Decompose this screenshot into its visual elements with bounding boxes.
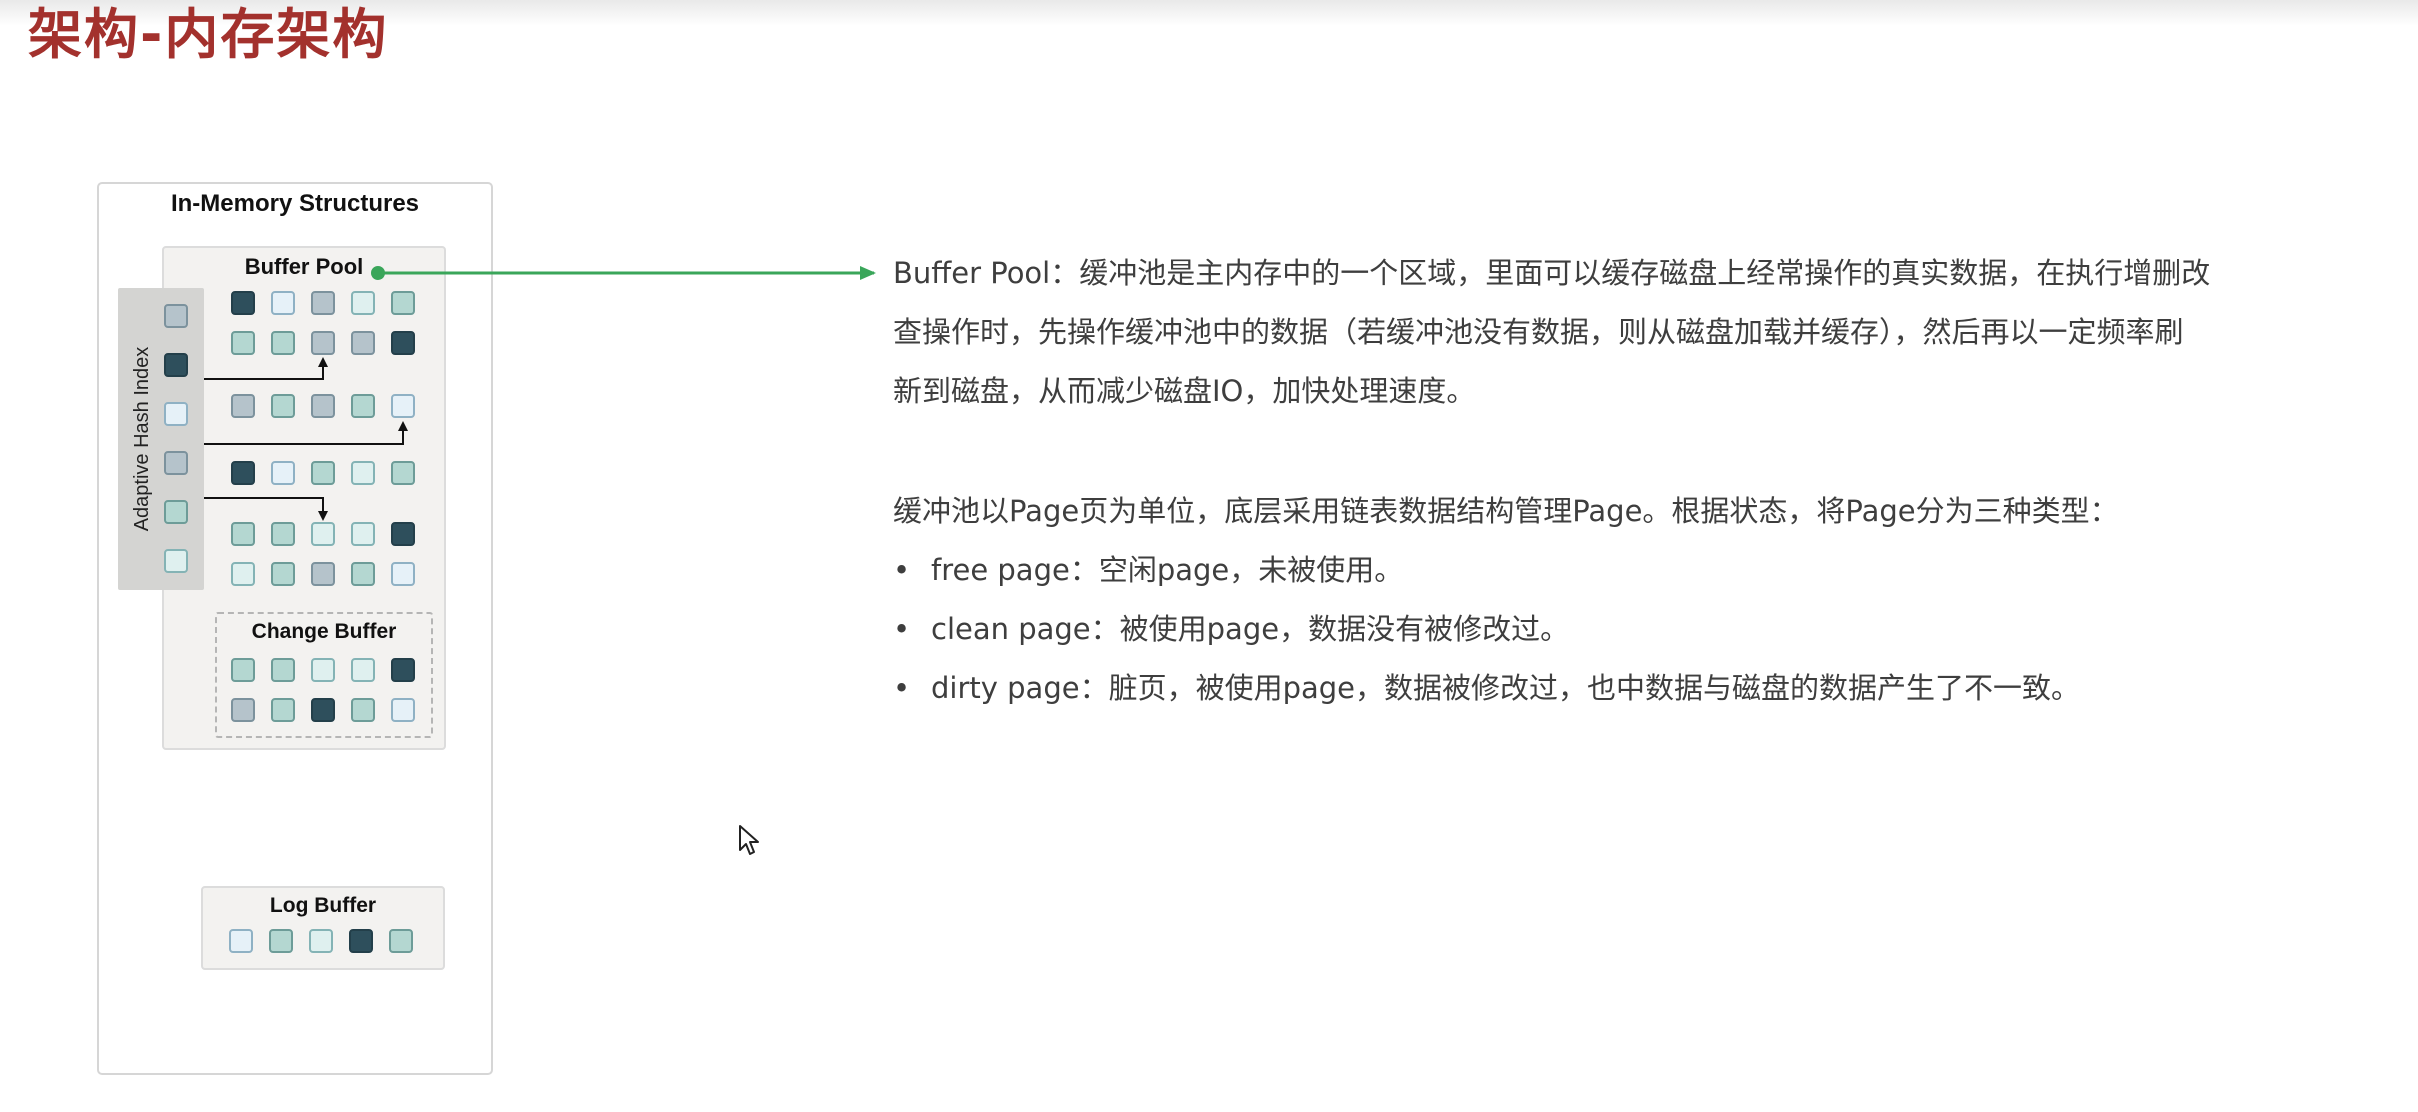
hash-link-line — [204, 421, 408, 445]
description-line: 新到磁盘，从而减少磁盘IO，加快处理速度。 — [893, 374, 1476, 408]
bullet-marker: • — [893, 671, 911, 705]
mouse-cursor-icon — [739, 825, 759, 855]
bullet-marker: • — [893, 612, 911, 646]
buffer-pool-description: Buffer Pool：缓冲池是主内存中的一个区域，里面可以缓存磁盘上经常操作的… — [893, 244, 2373, 421]
hash-link-line — [204, 497, 328, 521]
bullet-marker: • — [893, 553, 911, 587]
bullet-text: clean page：被使用page，数据没有被修改过。 — [931, 612, 1570, 646]
bullet-text: dirty page：脏页，被使用page，数据被修改过，也中数据与磁盘的数据产… — [931, 671, 2080, 705]
description-line: 查操作时，先操作缓冲池中的数据（若缓冲池没有数据，则从磁盘加载并缓存），然后再以… — [893, 315, 2184, 349]
description-line: Buffer Pool：缓冲池是主内存中的一个区域，里面可以缓存磁盘上经常操作的… — [893, 256, 2211, 290]
bullet-text: free page：空闲page，未被使用。 — [931, 553, 1404, 587]
page-types-intro: 缓冲池以Page页为单位，底层采用链表数据结构管理Page。根据状态，将Page… — [893, 494, 2119, 528]
hash-link-line — [204, 357, 328, 380]
